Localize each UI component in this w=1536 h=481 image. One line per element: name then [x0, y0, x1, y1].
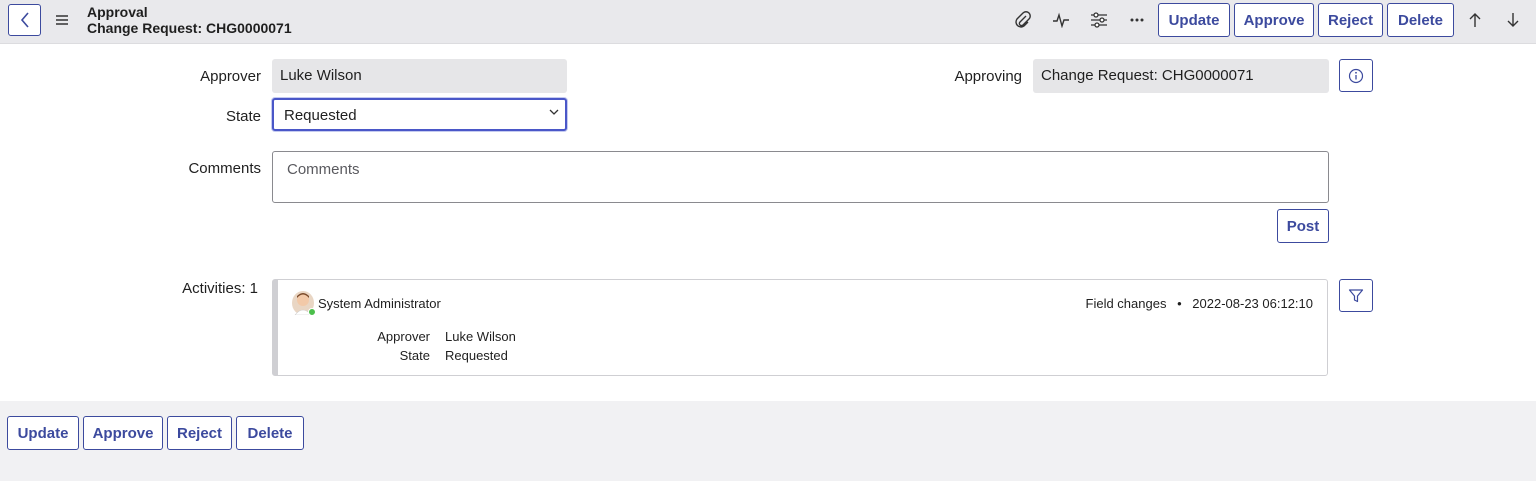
- filter-icon: [1348, 288, 1364, 302]
- change-field-approver: Approver: [377, 329, 430, 344]
- activity-icon[interactable]: [1051, 10, 1071, 30]
- delete-button-header[interactable]: Delete: [1387, 3, 1454, 37]
- menu-icon[interactable]: [54, 12, 70, 28]
- update-button-footer[interactable]: Update: [7, 416, 79, 450]
- comments-label: Comments: [188, 160, 261, 177]
- activity-timestamp: 2022-08-23 06:12:10: [1192, 296, 1313, 311]
- activity-type: Field changes: [1085, 296, 1167, 311]
- activities-label: Activities: 1: [182, 280, 258, 297]
- presence-indicator: [308, 308, 316, 316]
- settings-sliders-icon[interactable]: [1089, 10, 1109, 30]
- state-select[interactable]: Requested: [272, 98, 567, 131]
- reject-button-header[interactable]: Reject: [1318, 3, 1383, 37]
- approve-button-header[interactable]: Approve: [1234, 3, 1314, 37]
- approving-field[interactable]: Change Request: CHG0000071: [1033, 59, 1329, 93]
- arrow-up-icon[interactable]: [1465, 10, 1485, 30]
- avatar: [292, 291, 316, 316]
- approving-label: Approving: [954, 68, 1022, 85]
- state-label: State: [225, 108, 261, 125]
- form-body: Approver Luke Wilson State Requested App…: [0, 44, 1536, 401]
- reject-button-footer[interactable]: Reject: [167, 416, 232, 450]
- info-button[interactable]: [1339, 59, 1373, 92]
- back-button[interactable]: [8, 4, 41, 36]
- approver-field[interactable]: Luke Wilson: [272, 59, 567, 93]
- activity-separator: •: [1177, 296, 1182, 311]
- form-header: Approval Change Request: CHG0000071 Upda…: [0, 0, 1536, 44]
- approve-button-footer[interactable]: Approve: [83, 416, 163, 450]
- activity-meta: Field changes • 2022-08-23 06:12:10: [1086, 296, 1313, 311]
- change-value-approver: Luke Wilson: [445, 329, 516, 344]
- more-icon[interactable]: [1127, 10, 1147, 30]
- activity-entry: System Administrator Field changes • 202…: [272, 279, 1328, 376]
- chevron-down-icon: [549, 109, 559, 115]
- activity-user[interactable]: System Administrator: [318, 296, 441, 311]
- approver-label: Approver: [200, 68, 261, 85]
- state-select-value: Requested: [284, 107, 357, 124]
- change-field-state: State: [399, 348, 430, 363]
- filter-button[interactable]: [1339, 279, 1373, 312]
- page-title: Approval Change Request: CHG0000071: [87, 4, 292, 36]
- page-title-record: Change Request: CHG0000071: [87, 20, 292, 36]
- post-button[interactable]: Post: [1277, 209, 1329, 243]
- info-icon: [1348, 68, 1364, 83]
- back-icon: [20, 12, 29, 28]
- page-title-type: Approval: [87, 4, 148, 20]
- delete-button-footer[interactable]: Delete: [236, 416, 304, 450]
- comments-input[interactable]: Comments: [272, 151, 1329, 203]
- paperclip-icon[interactable]: [1013, 10, 1033, 30]
- change-value-state: Requested: [445, 348, 508, 363]
- update-button-header[interactable]: Update: [1158, 3, 1230, 37]
- arrow-down-icon[interactable]: [1503, 10, 1523, 30]
